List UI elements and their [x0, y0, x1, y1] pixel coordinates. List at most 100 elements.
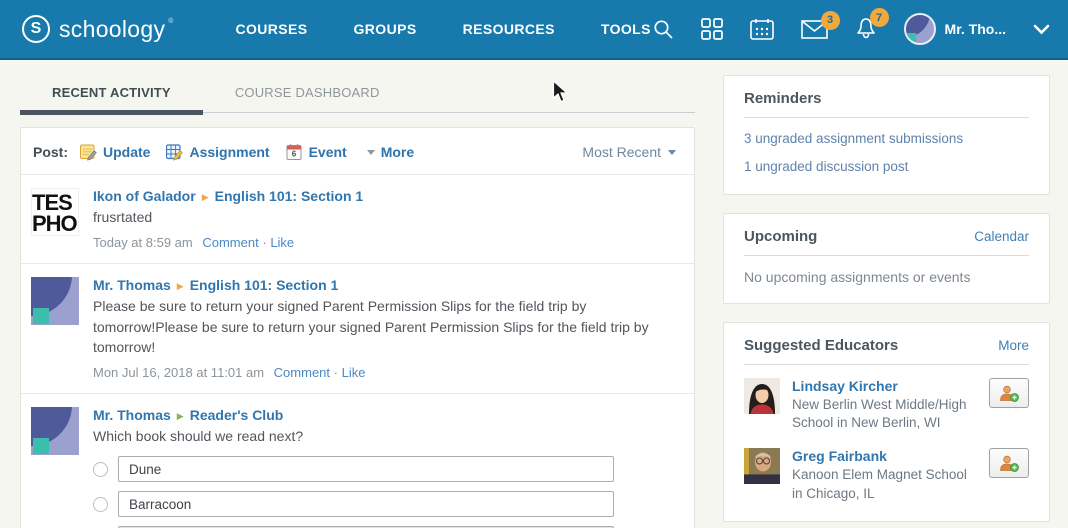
divider — [744, 255, 1029, 256]
upcoming-empty-text: No upcoming assignments or events — [744, 269, 1029, 285]
like-link[interactable]: Like — [270, 235, 294, 250]
post-course-link[interactable]: English 101: Section 1 — [190, 277, 339, 293]
post-meta: Mon Jul 16, 2018 at 11:01 am Comment · L… — [93, 365, 676, 380]
post-label: Post: — [33, 144, 68, 160]
post-header: Mr. Thomas ▶ Reader's Club — [93, 407, 676, 423]
suggested-educators-card: Suggested Educators More Lindsay Kircher… — [723, 322, 1050, 522]
messages-icon[interactable]: 3 — [801, 20, 828, 39]
post-author-avatar[interactable]: TES PHO — [31, 188, 79, 236]
post-author-link[interactable]: Mr. Thomas — [93, 277, 171, 293]
user-menu[interactable]: Mr. Tho... — [904, 13, 1006, 45]
post-toolbar: Post: Update Assignment 6 Event More — [21, 128, 694, 174]
messages-badge: 3 — [821, 11, 840, 30]
chevron-down-icon[interactable] — [1033, 24, 1050, 35]
poll-radio[interactable] — [93, 462, 108, 477]
sort-dropdown[interactable]: Most Recent — [582, 144, 676, 160]
comment-link[interactable]: Comment — [202, 235, 258, 250]
post-timestamp: Mon Jul 16, 2018 at 11:01 am — [93, 365, 264, 380]
main-column: RECENT ACTIVITY COURSE DASHBOARD Post: U… — [20, 75, 695, 528]
reminders-card: Reminders 3 ungraded assignment submissi… — [723, 75, 1050, 195]
feed-post-poll: Mr. Thomas ▶ Reader's Club Which book shou… — [21, 393, 694, 528]
search-icon[interactable] — [653, 19, 674, 40]
breadcrumb-arrow-icon: ▶ — [202, 192, 209, 202]
nav-groups[interactable]: GROUPS — [354, 21, 417, 37]
post-header: Ikon of Galador ▶ English 101: Section 1 — [93, 188, 676, 204]
feed-post: Mr. Thomas ▶ English 101: Section 1 Please… — [21, 263, 694, 393]
brand-name: schoology — [59, 16, 165, 43]
educator-avatar[interactable] — [744, 448, 780, 484]
poll: Dune Barracoon The Dispossessed 1 vote R… — [93, 456, 676, 528]
breadcrumb-arrow-icon: ▶ — [177, 281, 184, 291]
tab-course-dashboard[interactable]: COURSE DASHBOARD — [203, 75, 412, 112]
poll-option[interactable]: Barracoon — [118, 491, 614, 517]
suggested-educators-title: Suggested Educators — [744, 337, 898, 354]
nav-tools[interactable]: TOOLS — [601, 21, 651, 37]
post-timestamp: Today at 8:59 am — [93, 235, 193, 250]
top-navbar: S schoology ® COURSES GROUPS RESOURCES T… — [0, 0, 1068, 58]
post-author-link[interactable]: Ikon of Galador — [93, 188, 196, 204]
right-sidebar: Reminders 3 ungraded assignment submissi… — [723, 75, 1050, 522]
tab-recent-activity[interactable]: RECENT ACTIVITY — [20, 75, 203, 112]
nav-courses[interactable]: COURSES — [235, 21, 307, 37]
caret-down-icon — [668, 150, 676, 155]
notifications-bell-icon[interactable]: 7 — [855, 17, 877, 41]
post-author-link[interactable]: Mr. Thomas — [93, 407, 171, 423]
poll-question: Which book should we read next? — [93, 426, 676, 446]
post-author-avatar[interactable] — [31, 407, 79, 455]
comment-link[interactable]: Comment — [274, 365, 330, 380]
post-event-button[interactable]: 6 Event — [286, 143, 347, 161]
add-connection-button[interactable] — [989, 378, 1029, 408]
reminders-title: Reminders — [744, 90, 822, 107]
brand-registered-mark: ® — [168, 18, 173, 25]
feed-post: TES PHO Ikon of Galador ▶ English 101: Sec… — [21, 174, 694, 263]
upcoming-card: Upcoming Calendar No upcoming assignment… — [723, 213, 1050, 304]
post-author-avatar[interactable] — [31, 277, 79, 325]
primary-nav: COURSES GROUPS RESOURCES TOOLS — [235, 21, 650, 37]
educator-school: New Berlin West Middle/High School in Ne… — [792, 396, 977, 432]
post-course-link[interactable]: English 101: Section 1 — [215, 188, 364, 204]
educator-name-link[interactable]: Lindsay Kircher — [792, 378, 977, 394]
page-content: RECENT ACTIVITY COURSE DASHBOARD Post: U… — [0, 58, 1068, 528]
educator-school: Kanoon Elem Magnet School in Chicago, IL — [792, 466, 977, 502]
like-link[interactable]: Like — [342, 365, 366, 380]
educator-avatar[interactable] — [744, 378, 780, 414]
post-body-text: Please be sure to return your signed Par… — [93, 296, 676, 357]
update-icon — [80, 144, 97, 161]
event-icon: 6 — [286, 143, 303, 161]
post-update-button[interactable]: Update — [80, 144, 150, 161]
post-meta: Today at 8:59 am Comment · Like — [93, 235, 676, 250]
suggested-educator-row: Lindsay Kircher New Berlin West Middle/H… — [744, 378, 1029, 432]
more-link[interactable]: More — [998, 338, 1029, 353]
user-avatar — [904, 13, 936, 45]
schoology-s-icon: S — [22, 15, 50, 43]
app-grid-icon[interactable] — [701, 18, 723, 40]
user-name: Mr. Tho... — [945, 21, 1006, 37]
post-more-button[interactable]: More — [367, 144, 414, 160]
divider — [744, 364, 1029, 365]
add-user-icon — [999, 385, 1019, 402]
calendar-icon[interactable] — [750, 18, 774, 40]
add-user-icon — [999, 455, 1019, 472]
calendar-link[interactable]: Calendar — [974, 229, 1029, 244]
svg-text:6: 6 — [291, 150, 296, 159]
reminder-link-ungraded-assignments[interactable]: 3 ungraded assignment submissions — [744, 131, 1029, 146]
suggested-educator-row: Greg Fairbank Kanoon Elem Magnet School … — [744, 448, 1029, 502]
poll-option-row: Dune — [93, 456, 676, 482]
poll-option-row: Barracoon — [93, 491, 676, 517]
post-body-text: frusrtated — [93, 207, 676, 227]
divider — [744, 117, 1029, 118]
poll-radio[interactable] — [93, 497, 108, 512]
activity-feed: Post: Update Assignment 6 Event More — [20, 127, 695, 528]
post-assignment-button[interactable]: Assignment — [166, 144, 269, 161]
add-connection-button[interactable] — [989, 448, 1029, 478]
upcoming-title: Upcoming — [744, 228, 817, 245]
nav-resources[interactable]: RESOURCES — [463, 21, 555, 37]
post-group-link[interactable]: Reader's Club — [190, 407, 284, 423]
notifications-badge: 7 — [870, 8, 889, 27]
educator-name-link[interactable]: Greg Fairbank — [792, 448, 977, 464]
reminder-link-ungraded-discussions[interactable]: 1 ungraded discussion post — [744, 159, 1029, 174]
home-tabs: RECENT ACTIVITY COURSE DASHBOARD — [20, 75, 695, 113]
breadcrumb-arrow-icon: ▶ — [177, 411, 184, 421]
poll-option[interactable]: Dune — [118, 456, 614, 482]
schoology-logo[interactable]: S schoology ® — [22, 15, 173, 43]
